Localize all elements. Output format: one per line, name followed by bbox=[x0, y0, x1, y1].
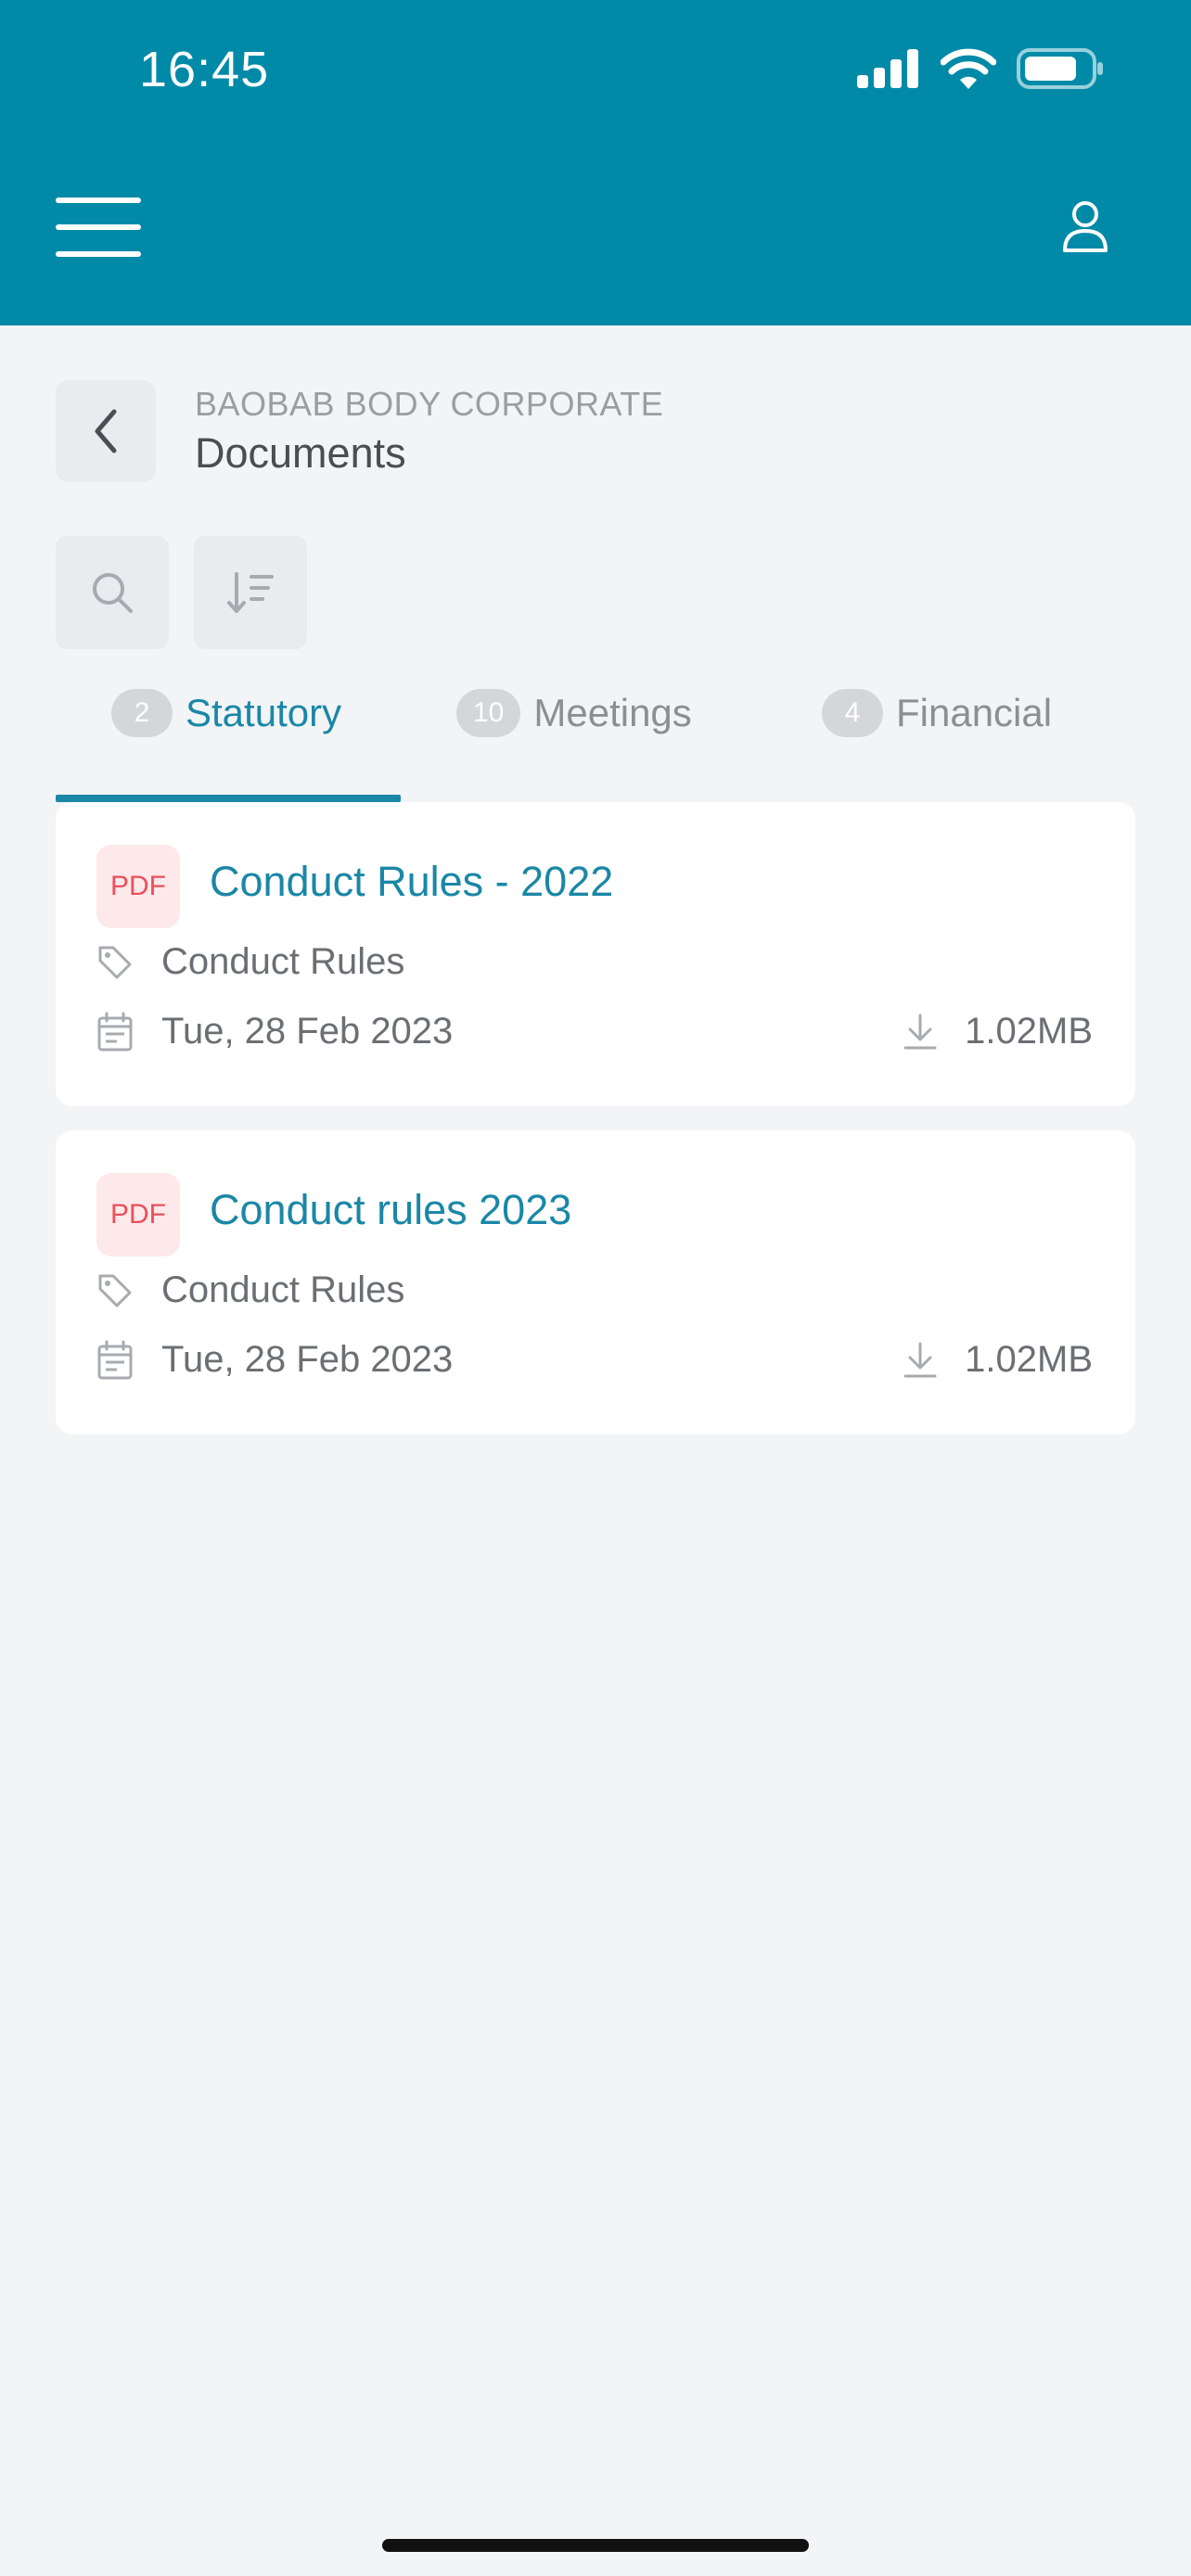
search-icon bbox=[93, 573, 133, 613]
file-size: 1.02MB bbox=[965, 1011, 1093, 1052]
tag-icon bbox=[98, 946, 132, 978]
document-date-row: Tue, 28 Feb 2023 bbox=[96, 1011, 453, 1052]
document-date: Tue, 28 Feb 2023 bbox=[161, 1339, 454, 1380]
tab-label: Financial bbox=[896, 691, 1053, 734]
cellular-signal-icon bbox=[857, 49, 918, 88]
document-category-row: Conduct Rules bbox=[96, 941, 404, 983]
sort-descending-icon bbox=[227, 572, 274, 613]
tab-count-badge: 10 bbox=[456, 689, 521, 737]
home-indicator[interactable] bbox=[382, 2539, 809, 2552]
download-icon bbox=[903, 1014, 937, 1049]
status-time: 16:45 bbox=[139, 42, 270, 97]
file-size: 1.02MB bbox=[965, 1339, 1093, 1380]
document-card[interactable]: PDF Conduct rules 2023 Conduct Rules Tue… bbox=[56, 1130, 1135, 1435]
download-size[interactable]: 1.02MB bbox=[903, 1339, 1093, 1381]
tag-icon bbox=[98, 1274, 132, 1307]
status-icons bbox=[857, 48, 1104, 89]
user-profile-icon bbox=[1063, 201, 1108, 252]
tab-financial[interactable]: 4 Financial bbox=[822, 682, 1052, 802]
category-tabs: 2 Statutory 10 Meetings 4 Financial bbox=[56, 682, 1135, 802]
document-date: Tue, 28 Feb 2023 bbox=[161, 1011, 454, 1052]
page-title: Documents bbox=[195, 429, 406, 477]
tab-statutory[interactable]: 2 Statutory bbox=[111, 682, 341, 802]
organization-name: BAOBAB BODY CORPORATE bbox=[195, 385, 664, 423]
battery-icon bbox=[1017, 48, 1103, 89]
active-tab-indicator bbox=[56, 795, 401, 802]
document-category: Conduct Rules bbox=[161, 941, 405, 982]
sort-button[interactable] bbox=[194, 536, 307, 649]
chevron-left-icon bbox=[95, 409, 117, 453]
tab-count-badge: 4 bbox=[822, 689, 883, 737]
document-category-row: Conduct Rules bbox=[96, 1269, 404, 1311]
pdf-file-icon: PDF bbox=[96, 845, 180, 928]
document-card[interactable]: PDF Conduct Rules - 2022 Conduct Rules T… bbox=[56, 802, 1135, 1106]
download-size[interactable]: 1.02MB bbox=[903, 1011, 1093, 1052]
document-category: Conduct Rules bbox=[161, 1269, 405, 1310]
tab-meetings[interactable]: 10 Meetings bbox=[456, 682, 692, 802]
document-title[interactable]: Conduct rules 2023 bbox=[210, 1186, 571, 1234]
app-header: 16:45 bbox=[0, 0, 1191, 325]
hamburger-menu-icon bbox=[56, 198, 141, 257]
search-button[interactable] bbox=[56, 536, 169, 649]
download-icon bbox=[903, 1342, 937, 1377]
menu-button[interactable] bbox=[56, 198, 141, 257]
document-date-row: Tue, 28 Feb 2023 bbox=[96, 1339, 453, 1381]
calendar-icon bbox=[97, 1012, 133, 1051]
tab-label: Statutory bbox=[186, 691, 342, 734]
back-button[interactable] bbox=[56, 380, 156, 482]
tab-label: Meetings bbox=[533, 691, 692, 734]
pdf-file-icon: PDF bbox=[96, 1173, 180, 1256]
wifi-icon bbox=[941, 48, 996, 89]
profile-button[interactable] bbox=[1061, 199, 1109, 253]
tab-count-badge: 2 bbox=[111, 689, 173, 737]
calendar-icon bbox=[97, 1340, 133, 1379]
document-title[interactable]: Conduct Rules - 2022 bbox=[210, 858, 613, 906]
